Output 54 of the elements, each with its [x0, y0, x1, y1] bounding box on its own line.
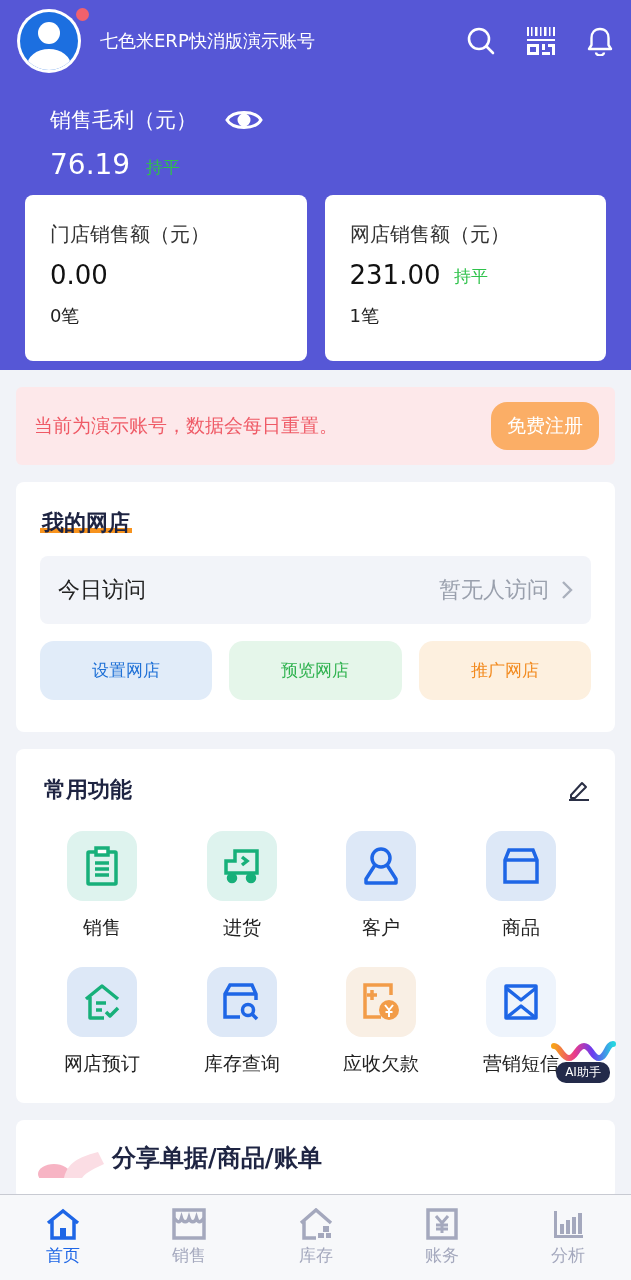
bar-chart-icon	[551, 1208, 584, 1240]
function-item[interactable]: 网店预订	[32, 967, 172, 1077]
warehouse-icon	[297, 1208, 334, 1240]
shop-action-button[interactable]: 设置网店	[40, 641, 213, 700]
account-name: 七色米ERP快消版演示账号	[100, 29, 316, 53]
notice-text: 当前为演示账号，数据会每日重置。	[34, 413, 338, 438]
visits-label: 今日访问	[58, 576, 147, 604]
box-icon	[502, 847, 541, 885]
home-icon	[45, 1208, 82, 1240]
function-label: 应收欠款	[343, 1051, 420, 1076]
function-label: 库存查询	[203, 1051, 280, 1076]
visits-value: 暂无人访问	[439, 576, 549, 604]
order-count: 0笔	[50, 304, 81, 328]
sales-amount: 0.00	[50, 260, 108, 290]
function-label: 进货	[222, 915, 261, 940]
shop-icon	[171, 1208, 208, 1240]
function-item[interactable]: 应收欠款	[311, 967, 452, 1077]
nav-tab[interactable]: 首页	[0, 1195, 127, 1280]
trend-label: 持平	[146, 156, 181, 179]
barcode-scan-icon[interactable]	[526, 26, 556, 56]
search-icon[interactable]	[466, 26, 496, 56]
sales-label: 网店销售额（元）	[349, 221, 511, 248]
truck-icon	[222, 847, 261, 885]
sales-label: 门店销售额（元）	[50, 221, 211, 248]
avatar-icon[interactable]	[16, 8, 82, 74]
sales-amount: 231.00	[349, 260, 441, 290]
person-icon	[363, 846, 400, 886]
house-check-icon	[82, 983, 121, 1021]
pencil-icon[interactable]	[567, 779, 591, 801]
function-item[interactable]: 客户	[311, 831, 452, 941]
order-count: 1笔	[349, 304, 380, 328]
profit-label: 销售毛利（元）	[50, 107, 197, 134]
function-item[interactable]: 销售	[32, 831, 172, 941]
bill-coin-icon	[361, 982, 402, 1022]
function-item[interactable]: 商品	[451, 831, 591, 941]
trend-label: 持平	[454, 265, 489, 288]
visits-row[interactable]: 今日访问 暂无人访问	[40, 556, 591, 624]
function-item[interactable]: 库存查询	[171, 967, 312, 1077]
profit-value: 76.19	[50, 148, 131, 181]
envelope-icon	[503, 983, 540, 1021]
function-label: 客户	[362, 915, 401, 940]
function-item[interactable]: 进货	[171, 831, 312, 941]
yen-ledger-icon	[425, 1208, 458, 1240]
function-label: 网店预订	[63, 1051, 140, 1076]
sales-card[interactable]: 门店销售额（元） 0.00 0笔	[25, 195, 307, 361]
function-label: 商品	[502, 915, 541, 940]
chevron-right-icon	[561, 580, 573, 600]
section-title: 分享单据/商品/账单	[112, 1143, 322, 1174]
section-title: 常用功能	[44, 776, 132, 804]
clipboard-icon	[84, 846, 119, 886]
function-label: 销售	[82, 915, 121, 940]
bell-icon[interactable]	[586, 26, 614, 56]
ai-assistant-label: AI助手	[556, 1062, 610, 1083]
sales-card[interactable]: 网店销售额（元） 231.00 持平 1笔	[324, 195, 606, 361]
